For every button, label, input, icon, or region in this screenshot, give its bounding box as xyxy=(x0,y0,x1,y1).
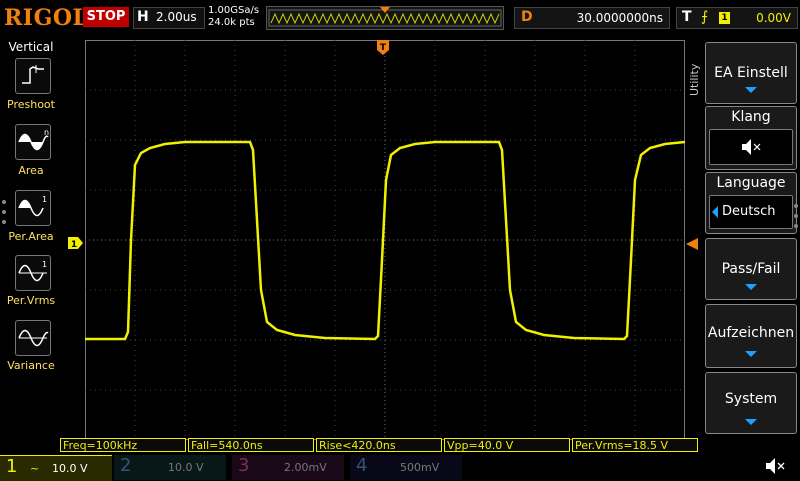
graticule xyxy=(85,40,686,440)
acquisition-info: 1.00GSa/s 24.0k pts xyxy=(208,5,259,29)
language-button[interactable]: Language Deutsch xyxy=(705,172,797,234)
preshoot-button[interactable] xyxy=(15,58,51,94)
measurement-freq[interactable]: Freq=100kHz xyxy=(60,438,186,452)
ch2-scale: 10.0 V xyxy=(168,461,204,474)
ch4-scale: 500mV xyxy=(400,461,440,474)
memory-waveform-preview xyxy=(268,7,502,27)
sample-rate: 1.00GSa/s xyxy=(208,5,260,16)
chevron-left-icon xyxy=(712,206,718,218)
speaker-mute-icon[interactable] xyxy=(764,456,788,476)
language-value: Deutsch xyxy=(722,204,776,219)
per-area-icon: 1 xyxy=(18,195,47,217)
channel-1-indicator[interactable]: 1 ~ 10.0 V xyxy=(0,455,112,481)
ch1-scale: 10.0 V xyxy=(52,462,88,475)
pass-fail-label: Pass/Fail xyxy=(721,261,781,277)
rigol-logo: RIGOL xyxy=(4,5,89,31)
measurement-rise[interactable]: Rise<420.0ns xyxy=(316,438,442,452)
svg-text:1: 1 xyxy=(42,195,47,204)
scroll-dot xyxy=(2,210,6,214)
ch3-scale: 2.00mV xyxy=(284,461,327,474)
svg-text:1: 1 xyxy=(42,260,47,269)
measurement-vpp[interactable]: Vpp=40.0 V xyxy=(444,438,570,452)
per-vrms-label: Per.Vrms xyxy=(6,294,56,307)
language-value-box: Deutsch xyxy=(709,195,793,229)
channel-3-indicator[interactable]: 3 2.00mV xyxy=(232,455,344,480)
ch1-number: 1 xyxy=(6,456,18,477)
menu-title: Vertical xyxy=(8,40,54,54)
system-button[interactable]: System xyxy=(705,372,797,434)
system-label: System xyxy=(724,391,778,407)
memory-overview-strip[interactable] xyxy=(266,6,504,30)
scroll-dot xyxy=(794,224,798,228)
aufzeichnen-button[interactable]: Aufzeichnen xyxy=(705,304,797,368)
svg-text:n: n xyxy=(44,128,49,137)
per-area-button[interactable]: 1 xyxy=(15,190,51,226)
run-stop-indicator[interactable]: STOP xyxy=(83,7,129,27)
scroll-dot xyxy=(794,214,798,218)
klang-button[interactable]: Klang xyxy=(705,106,797,170)
trigger-position-marker[interactable]: T xyxy=(377,40,391,56)
ch4-number: 4 xyxy=(356,455,368,476)
channel-2-indicator[interactable]: 2 10.0 V xyxy=(114,455,226,480)
variance-icon xyxy=(18,329,49,347)
preshoot-label: Preshoot xyxy=(7,98,55,111)
trigger-level: 0.00V xyxy=(756,11,791,25)
preshoot-icon xyxy=(22,65,44,84)
ch2-number: 2 xyxy=(120,455,132,476)
variance-label: Variance xyxy=(7,359,55,372)
rising-edge-icon: ⨍ xyxy=(701,9,709,25)
memory-depth: 24.0k pts xyxy=(208,17,255,28)
chevron-down-icon xyxy=(745,419,757,425)
ea-einstell-button[interactable]: EA Einstell xyxy=(705,42,797,104)
per-vrms-button[interactable]: 1 xyxy=(15,255,51,291)
chevron-down-icon xyxy=(745,284,757,290)
delay-readout[interactable]: D 30.0000000ns xyxy=(514,7,670,29)
svg-text:T: T xyxy=(380,43,387,53)
timebase-value: 2.00us xyxy=(156,10,197,24)
speaker-mute-icon xyxy=(742,139,761,155)
scroll-dot xyxy=(2,220,6,224)
area-icon: n xyxy=(18,128,49,151)
horizontal-timebase[interactable]: H 2.00us xyxy=(133,7,205,29)
horizontal-key: H xyxy=(137,9,149,25)
trigger-readout[interactable]: T ⨍ 1 0.00V xyxy=(676,7,798,29)
ea-einstell-label: EA Einstell xyxy=(714,65,788,81)
scroll-dot xyxy=(794,204,798,208)
variance-button[interactable] xyxy=(15,320,51,356)
channel-4-indicator[interactable]: 4 500mV xyxy=(350,455,462,480)
ch1-offset-marker[interactable]: 1 xyxy=(68,237,84,249)
measurement-fall[interactable]: Fall=540.0ns xyxy=(188,438,314,452)
measurement-per-vrms[interactable]: Per.Vrms=18.5 V xyxy=(572,438,698,452)
trigger-source-badge: 1 xyxy=(719,12,730,24)
area-button[interactable]: n xyxy=(15,124,51,160)
aufzeichnen-label: Aufzeichnen xyxy=(707,325,795,341)
ch1-coupling-icon: ~ xyxy=(30,462,40,475)
per-vrms-icon: 1 xyxy=(18,260,47,282)
chevron-down-icon xyxy=(745,351,757,357)
area-label: Area xyxy=(18,164,44,177)
pass-fail-button[interactable]: Pass/Fail xyxy=(705,238,797,300)
ch3-number: 3 xyxy=(238,455,250,476)
scroll-dot xyxy=(2,200,6,204)
klang-value-box xyxy=(709,129,793,165)
trigger-level-marker[interactable] xyxy=(686,238,698,250)
top-status-bar: RIGOL STOP H 2.00us 1.00GSa/s 24.0k pts … xyxy=(0,0,800,34)
klang-label: Klang xyxy=(731,109,771,125)
menu-side-label: Utility xyxy=(688,63,701,96)
trigger-key: T xyxy=(682,9,692,25)
delay-key: D xyxy=(521,9,533,25)
chevron-down-icon xyxy=(745,87,757,93)
delay-value: 30.0000000ns xyxy=(576,11,663,25)
per-area-label: Per.Area xyxy=(8,230,54,243)
waveform-display[interactable] xyxy=(85,40,686,440)
svg-text:1: 1 xyxy=(71,240,77,249)
language-label: Language xyxy=(716,175,786,191)
